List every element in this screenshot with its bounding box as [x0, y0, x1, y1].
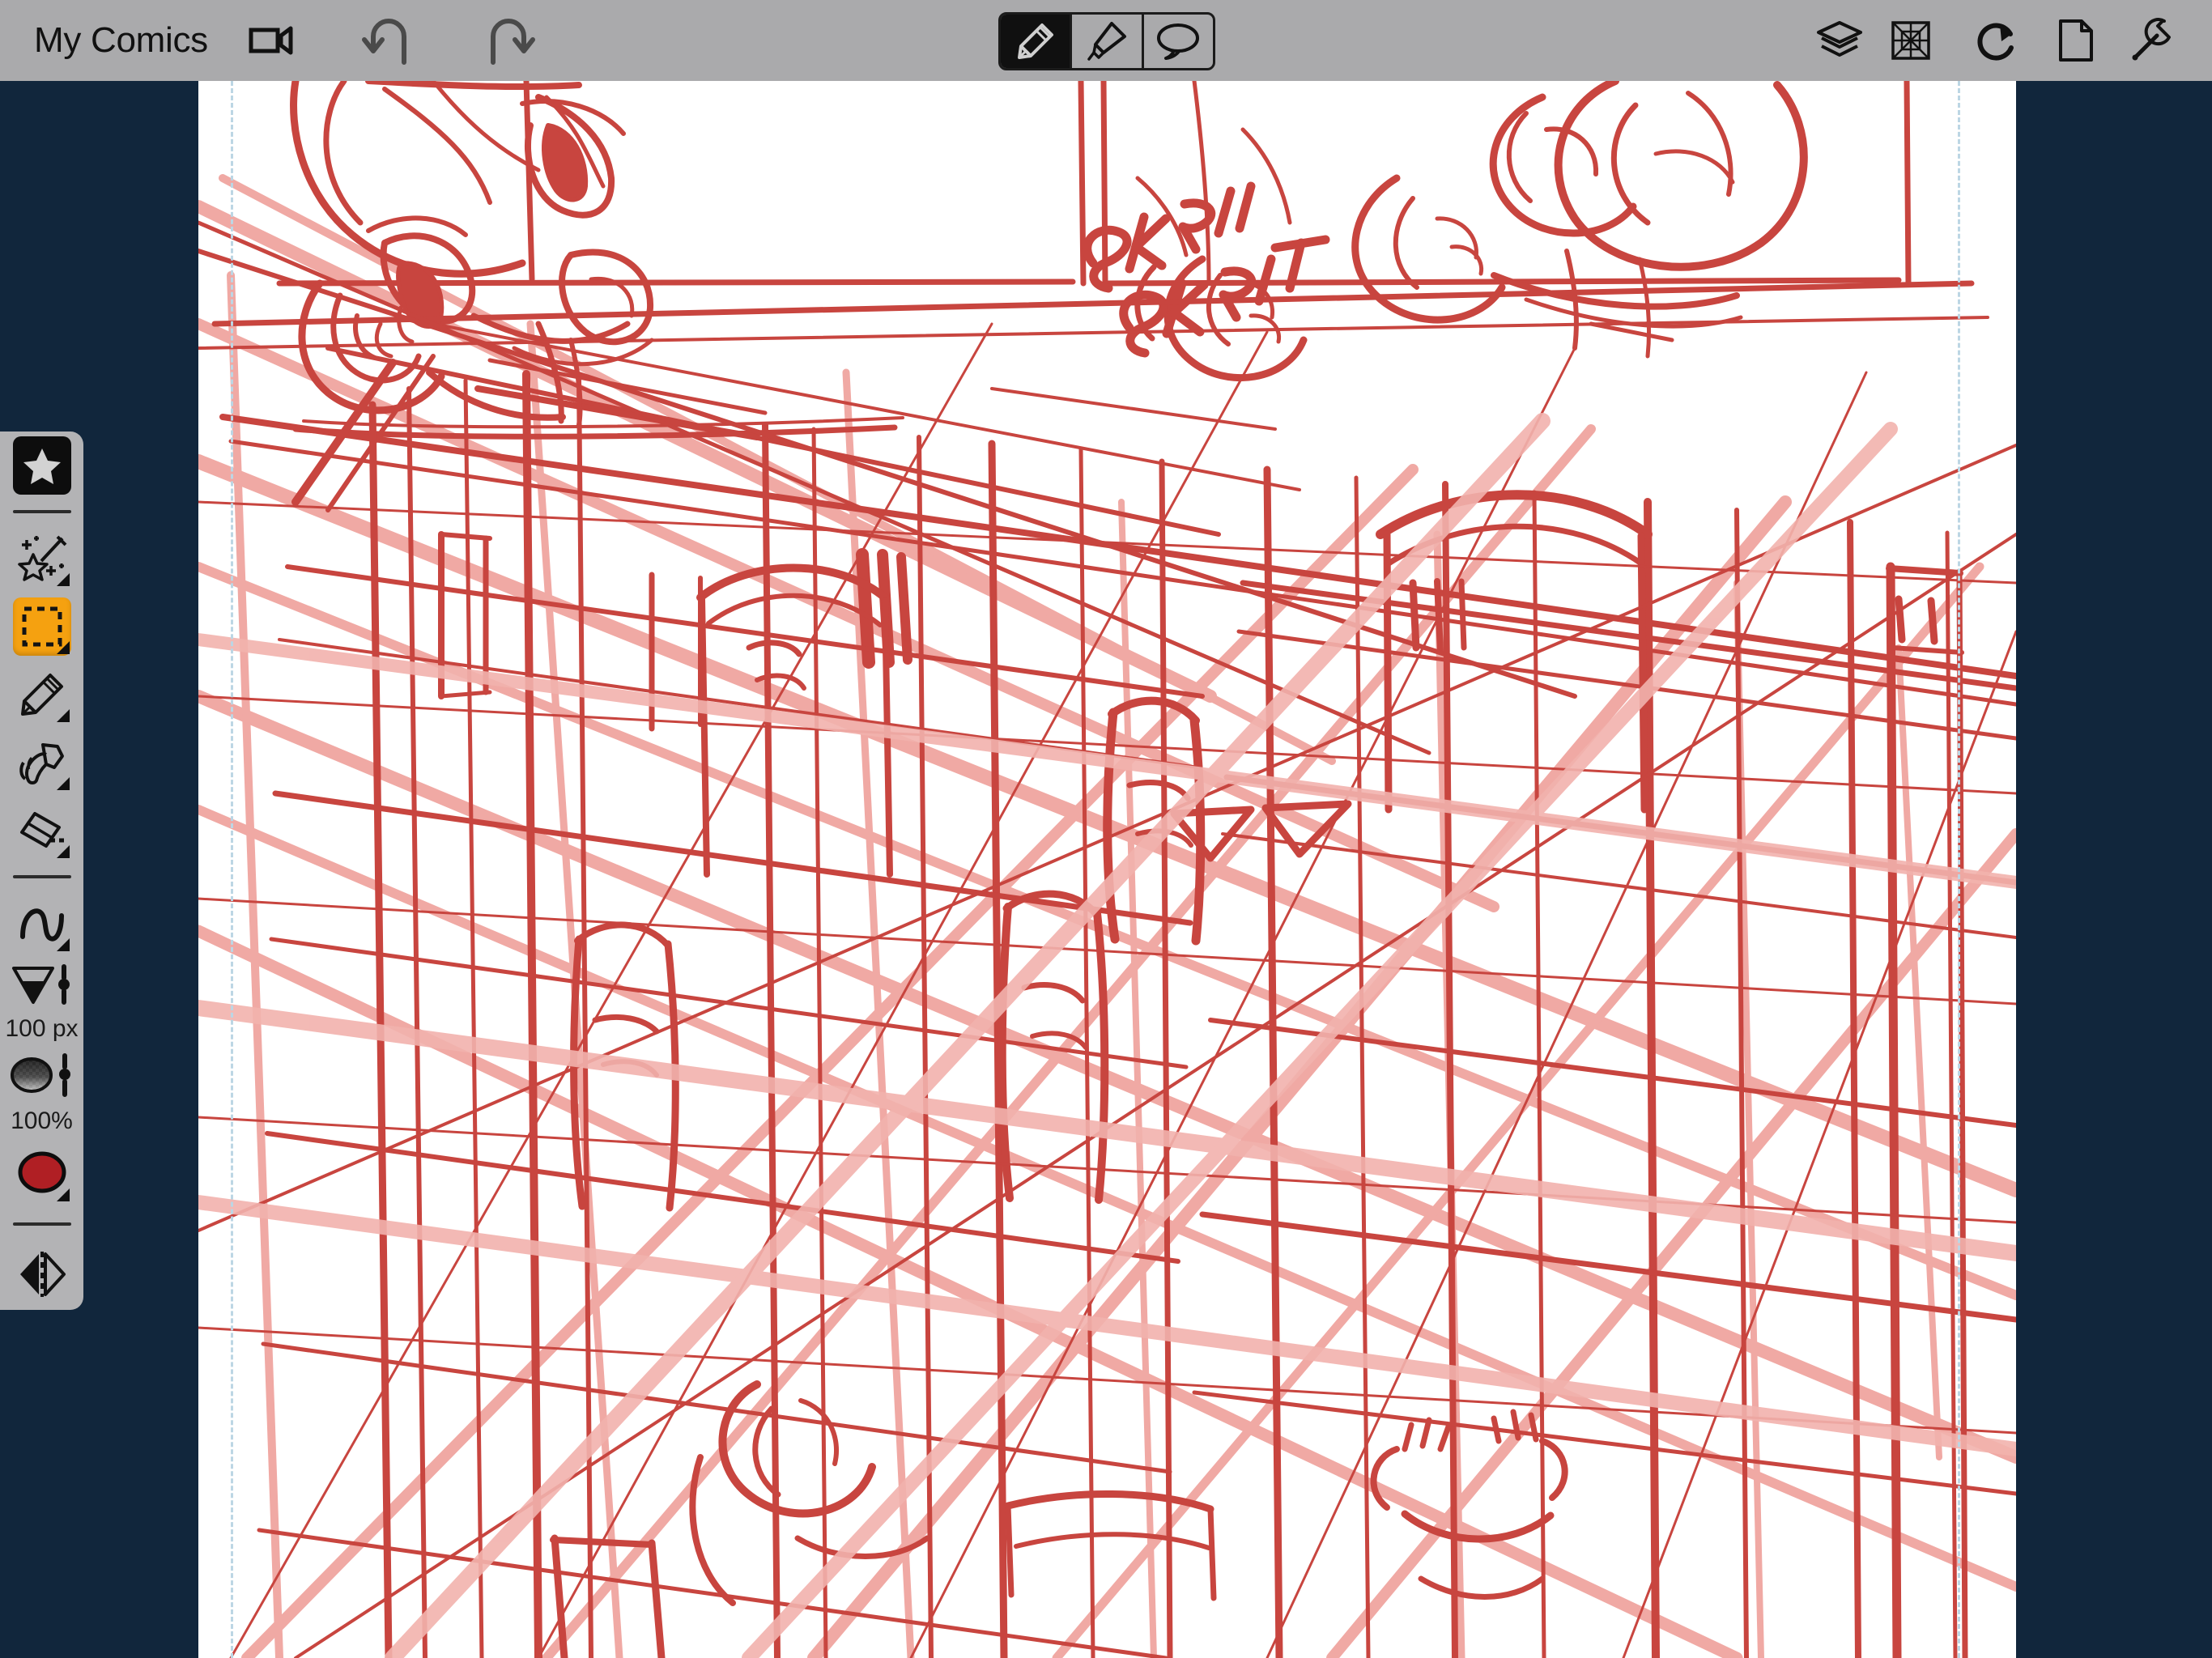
- guide-right: [1958, 81, 1960, 1658]
- segment-balloon[interactable]: [1144, 15, 1213, 68]
- pencil-options-corner[interactable]: [56, 708, 70, 722]
- perspective-grid-icon[interactable]: [1878, 8, 1943, 73]
- top-toolbar: My Comics: [0, 0, 2212, 81]
- eraser-options-corner[interactable]: [56, 844, 70, 858]
- smudge-button[interactable]: [13, 733, 71, 792]
- stroke-options-corner[interactable]: [56, 937, 70, 951]
- mirror-flip-icon: [17, 1249, 67, 1299]
- palette-item-favorites[interactable]: [0, 432, 83, 500]
- palette-divider-3: [0, 1209, 83, 1239]
- color-swatch-button[interactable]: [13, 1145, 71, 1203]
- smudge-options-corner[interactable]: [56, 776, 70, 790]
- mirror-button[interactable]: [13, 1245, 71, 1303]
- stroke-curve-icon: [19, 904, 65, 943]
- wrench-icon[interactable]: [2120, 8, 2184, 73]
- palette-item-smudge[interactable]: [0, 729, 83, 797]
- palette-item-stroke[interactable]: [0, 890, 83, 958]
- palette-item-magic-wand[interactable]: [0, 525, 83, 593]
- pencil-button[interactable]: [13, 665, 71, 724]
- opacity-button[interactable]: [5, 1046, 79, 1104]
- opacity-value: 100%: [11, 1107, 73, 1135]
- segment-pen[interactable]: [1072, 15, 1144, 68]
- speech-bubble-icon: [1155, 23, 1201, 60]
- magic-wand-button[interactable]: [13, 529, 71, 588]
- page-title: My Comics: [34, 20, 208, 60]
- artwork-sketch: [198, 81, 2016, 1658]
- undo-icon[interactable]: [356, 8, 421, 73]
- palette-divider-2: [0, 865, 83, 890]
- opacity-icon: [10, 1053, 70, 1098]
- camera-icon[interactable]: [239, 8, 304, 73]
- brush-size-icon: [11, 964, 70, 1005]
- star-icon: [22, 446, 62, 485]
- app-root: My Comics 100 px 100%: [0, 0, 2212, 1658]
- palette-item-eraser[interactable]: [0, 797, 83, 865]
- segment-pencil[interactable]: [1001, 15, 1073, 68]
- brush-size-button[interactable]: [5, 955, 79, 1014]
- color-options-corner[interactable]: [56, 1188, 70, 1202]
- favorites-button[interactable]: [12, 436, 71, 495]
- eraser-button[interactable]: [13, 801, 71, 860]
- tool-palette: 100 px 100%: [0, 432, 83, 1310]
- palette-item-selection[interactable]: [0, 593, 83, 661]
- brush-size-value: 100 px: [5, 1015, 79, 1043]
- palette-item-opacity[interactable]: [0, 1046, 83, 1104]
- redo-icon[interactable]: [476, 8, 541, 73]
- pen-icon: [1087, 21, 1127, 62]
- stroke-button[interactable]: [13, 895, 71, 953]
- magic-wand-options-corner[interactable]: [56, 572, 70, 586]
- eraser-icon: [19, 811, 66, 850]
- rotate-icon[interactable]: [1966, 8, 2031, 73]
- pencil-icon: [1015, 21, 1056, 62]
- mode-segmented-control[interactable]: [998, 12, 1215, 70]
- selection-options-corner[interactable]: [56, 640, 70, 654]
- palette-item-brush-size[interactable]: [0, 957, 83, 1012]
- palette-item-pencil[interactable]: [0, 661, 83, 729]
- layers-icon[interactable]: [1807, 8, 1872, 73]
- drawing-canvas[interactable]: [198, 81, 2016, 1658]
- palette-item-color[interactable]: [0, 1138, 83, 1209]
- guide-left: [231, 81, 233, 1658]
- palette-divider-1: [0, 500, 83, 525]
- palette-item-mirror[interactable]: [0, 1239, 83, 1310]
- selection-button[interactable]: [12, 597, 71, 656]
- page-icon[interactable]: [2044, 8, 2108, 73]
